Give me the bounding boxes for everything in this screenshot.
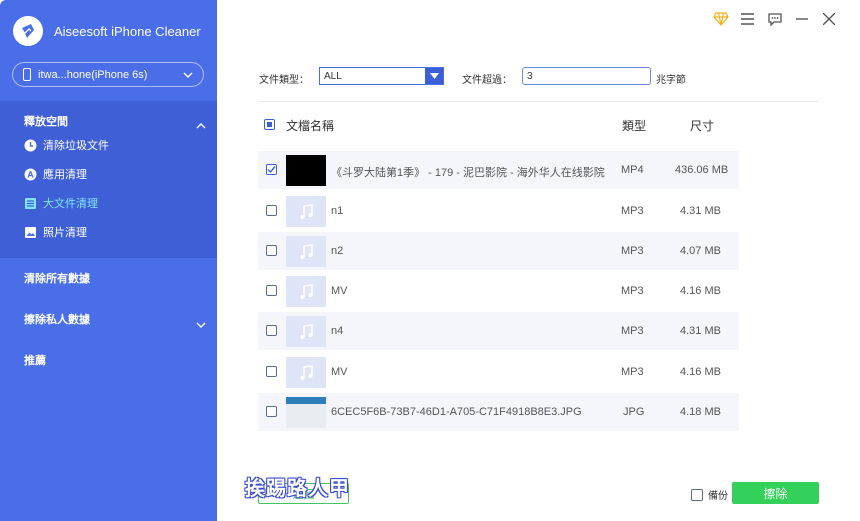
sidebar-section-free-space[interactable]: 釋放空間 — [24, 113, 68, 129]
logo-icon — [22, 24, 34, 38]
music-note-icon — [286, 276, 326, 307]
window-controls — [707, 10, 842, 28]
table-row[interactable]: n1 MP3 4.31 MB — [258, 192, 739, 230]
file-size: 4.18 MB — [680, 406, 721, 418]
sidebar-item-photos[interactable]: 照片清理 — [24, 224, 87, 240]
chevron-up-icon[interactable] — [196, 116, 206, 134]
erase-button[interactable]: 擦除 — [732, 482, 819, 504]
diamond-icon[interactable] — [707, 10, 734, 28]
table-row[interactable]: MV MP3 4.16 MB — [258, 272, 739, 310]
sidebar-section-recommend[interactable]: 推薦 — [24, 352, 46, 368]
file-name: n1 — [331, 205, 344, 217]
device-name: itwa...hone(iPhone 6s) — [38, 68, 148, 81]
row-checkbox[interactable] — [266, 164, 277, 175]
divider — [258, 101, 819, 102]
app-logo — [13, 16, 43, 46]
device-selector[interactable]: itwa...hone(iPhone 6s) — [12, 62, 204, 87]
clock-icon — [24, 139, 37, 152]
row-checkbox[interactable] — [266, 325, 277, 336]
sidebar-section-erase-private[interactable]: 擦除私人數據 — [24, 311, 90, 327]
backup-checkbox[interactable] — [691, 488, 703, 501]
music-note-icon — [286, 196, 326, 227]
backup-option[interactable]: 備份 — [691, 487, 728, 502]
column-header-size: 尺寸 — [690, 119, 715, 133]
photo-icon — [24, 226, 37, 239]
image-thumbnail — [286, 397, 326, 428]
sidebar-item-apps[interactable]: 應用清理 — [24, 166, 87, 182]
file-type-select[interactable]: ALL — [319, 67, 444, 85]
sidebar-item-large-files[interactable]: 大文件清理 — [24, 195, 98, 211]
file-name: n2 — [331, 245, 344, 257]
row-checkbox[interactable] — [266, 285, 277, 296]
file-size: 436.06 MB — [675, 164, 729, 176]
select-all-checkbox[interactable] — [264, 119, 275, 130]
file-size-label: 文件超過： — [462, 75, 512, 86]
backup-label: 備份 — [708, 491, 728, 502]
sidebar-item-label: 應用清理 — [43, 169, 87, 181]
file-type-value: ALL — [324, 70, 342, 82]
large-file-icon — [24, 197, 37, 210]
table-row[interactable]: MV MP3 4.16 MB — [258, 353, 739, 391]
file-type-label: 文件類型： — [259, 75, 309, 86]
file-name: MV — [331, 285, 348, 297]
file-type: MP3 — [621, 245, 644, 257]
file-size: 4.31 MB — [680, 205, 721, 217]
sidebar-item-label: 照片清理 — [43, 227, 87, 239]
dropdown-arrow-icon[interactable] — [425, 68, 443, 84]
feedback-icon[interactable] — [761, 10, 788, 28]
chevron-down-icon[interactable] — [196, 315, 206, 333]
sidebar-item-label: 清除垃圾文件 — [43, 140, 109, 152]
file-type: MP3 — [621, 205, 644, 217]
file-type: MP4 — [621, 164, 644, 176]
row-checkbox[interactable] — [266, 366, 277, 377]
table-row[interactable]: 6CEC5F6B-73B7-46D1-A705-C71F4918B8E3.JPG… — [258, 393, 739, 431]
menu-icon[interactable] — [734, 10, 761, 28]
music-note-icon — [286, 236, 326, 267]
music-note-icon — [286, 357, 326, 388]
minimize-icon[interactable] — [788, 10, 815, 28]
sidebar-item-label: 大文件清理 — [43, 198, 98, 210]
close-icon[interactable] — [815, 10, 842, 28]
file-type: MP3 — [621, 285, 644, 297]
app-title: Aiseesoft iPhone Cleaner — [54, 24, 201, 39]
row-checkbox[interactable] — [266, 406, 277, 417]
file-size: 4.31 MB — [680, 325, 721, 337]
sidebar: Aiseesoft iPhone Cleaner itwa...hone(iPh… — [0, 0, 217, 521]
video-thumbnail — [286, 155, 326, 186]
file-name: 《斗罗大陆第1季》 - 179 - 泥巴影院 - 海外华人在线影院 — [331, 167, 605, 179]
row-checkbox[interactable] — [266, 205, 277, 216]
file-name: MV — [331, 366, 348, 378]
apps-icon — [24, 168, 37, 181]
row-checkbox[interactable] — [266, 245, 277, 256]
file-size: 4.16 MB — [680, 366, 721, 378]
file-type: MP3 — [621, 366, 644, 378]
file-name: n4 — [331, 325, 344, 337]
size-unit-label: 兆字節 — [656, 75, 686, 86]
table-row[interactable]: n4 MP3 4.31 MB — [258, 312, 739, 350]
table-row[interactable]: 《斗罗大陆第1季》 - 179 - 泥巴影院 - 海外华人在线影院 MP4 43… — [258, 151, 739, 189]
file-size: 4.16 MB — [680, 285, 721, 297]
file-size-input[interactable] — [522, 67, 651, 85]
file-type: MP3 — [621, 325, 644, 337]
watermark: 挨踢路人甲 — [245, 476, 350, 500]
table-row[interactable]: n2 MP3 4.07 MB — [258, 232, 739, 270]
file-size: 4.07 MB — [680, 245, 721, 257]
sidebar-section-erase-all[interactable]: 清除所有數據 — [24, 270, 90, 286]
column-header-type: 類型 — [622, 119, 647, 133]
phone-icon — [23, 68, 31, 81]
sidebar-item-junk-files[interactable]: 清除垃圾文件 — [24, 137, 109, 153]
chevron-down-icon — [183, 69, 193, 81]
file-name: 6CEC5F6B-73B7-46D1-A705-C71F4918B8E3.JPG — [331, 406, 582, 418]
music-note-icon — [286, 316, 326, 347]
file-type: JPG — [623, 406, 645, 418]
column-header-name: 文檔名稱 — [286, 119, 335, 133]
